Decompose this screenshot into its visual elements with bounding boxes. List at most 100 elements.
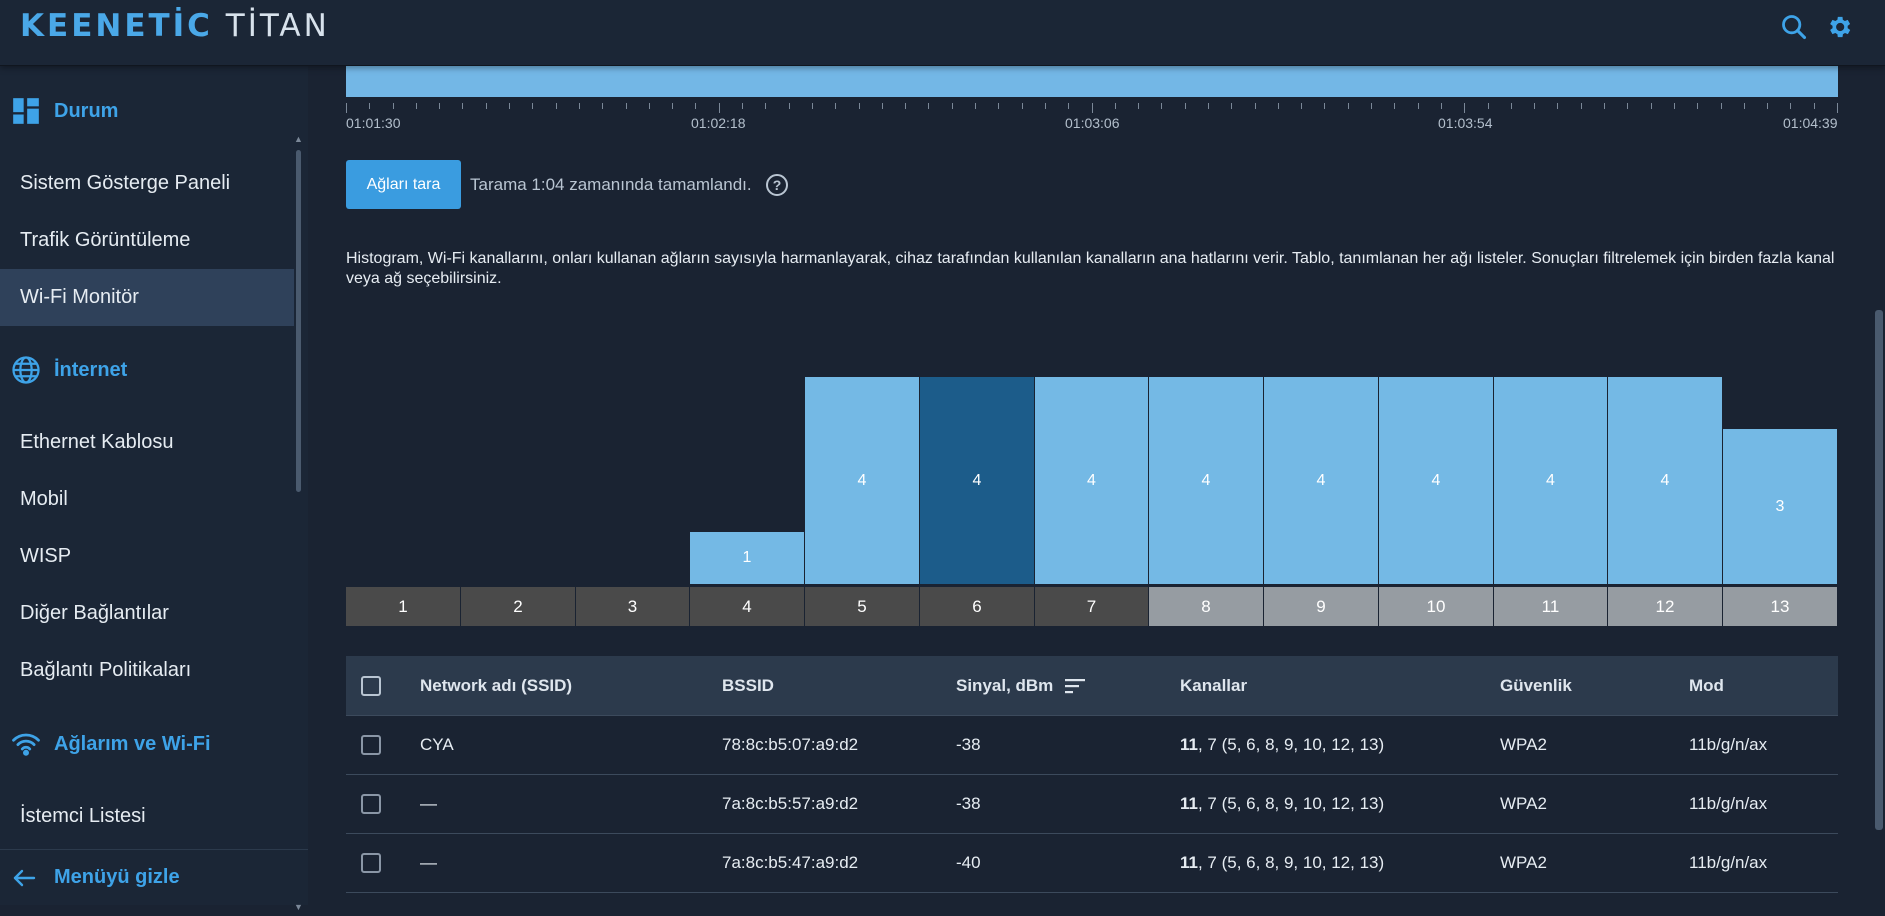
sidebar-scroll-thumb[interactable] [296, 150, 301, 492]
timeline-tick [952, 103, 953, 109]
sidebar-section-internet[interactable]: İnternet [0, 346, 294, 394]
timeline-tick [765, 103, 766, 109]
channel-label[interactable]: 8 [1149, 587, 1263, 626]
timeline-tick [1651, 103, 1652, 109]
main-scrollbar-thumb[interactable] [1875, 310, 1883, 830]
row-checkbox[interactable] [361, 794, 381, 814]
table-header: Network adı (SSID) BSSID Sinyal, dBm Kan… [346, 656, 1838, 716]
brand-name: KEENETİC [20, 8, 213, 44]
sidebar-item-wisp[interactable]: WISP [0, 528, 294, 585]
histogram-bar[interactable]: 4 [1264, 377, 1378, 584]
histogram-bar[interactable]: 3 [1723, 429, 1837, 584]
timeline-tick [835, 103, 836, 109]
channel-label[interactable]: 4 [690, 587, 804, 626]
sidebar-item-dashboard[interactable]: Sistem Gösterge Paneli [0, 155, 294, 212]
cell-signal: -40 [956, 853, 981, 872]
hide-menu-button[interactable]: Menüyü gizle [0, 849, 308, 905]
sidebar-item-other-connections[interactable]: Diğer Bağlantılar [0, 585, 294, 642]
channel-label[interactable]: 2 [461, 587, 575, 626]
timeline-tick [1161, 103, 1162, 109]
cell-signal: -38 [956, 735, 981, 754]
histogram-bar[interactable]: 1 [690, 532, 804, 584]
channel-label[interactable]: 11 [1494, 587, 1607, 626]
histogram-bar[interactable]: 4 [1379, 377, 1493, 584]
arrow-left-icon [12, 868, 42, 888]
histogram-bar[interactable]: 4 [1149, 377, 1263, 584]
timeline-tick [1488, 103, 1489, 109]
column-bssid[interactable]: BSSID [722, 656, 774, 715]
timeline-ticks [346, 103, 1838, 113]
help-icon[interactable]: ? [766, 174, 788, 196]
scan-networks-button[interactable]: Ağları tara [346, 160, 461, 209]
sidebar-item-mobile[interactable]: Mobil [0, 471, 294, 528]
histogram-bar[interactable]: 4 [1494, 377, 1607, 584]
row-checkbox[interactable] [361, 735, 381, 755]
sidebar-item-wifi-monitor[interactable]: Wi-Fi Monitör [0, 269, 294, 326]
timeline-tick [742, 103, 743, 109]
cell-bssid: 78:8c:b5:07:a9:d2 [722, 735, 859, 754]
timeline-tick [1837, 103, 1838, 113]
timeline-tick [1790, 103, 1791, 109]
networks-table: Network adı (SSID) BSSID Sinyal, dBm Kan… [346, 656, 1838, 893]
sidebar-section-durum[interactable]: Durum [0, 87, 294, 135]
channel-label[interactable]: 3 [576, 587, 689, 626]
row-checkbox-cell [361, 716, 381, 774]
wifi-icon [10, 728, 42, 760]
timeline-tick [1278, 103, 1279, 109]
table-row[interactable]: CYA 78:8c:b5:07:a9:d2 -38 11, 7 (5, 6, 8… [346, 716, 1838, 775]
timeline-tick [393, 103, 394, 109]
channel-label[interactable]: 12 [1608, 587, 1722, 626]
column-security[interactable]: Güvenlik [1500, 656, 1572, 715]
row-checkbox-cell [361, 834, 381, 892]
timeline-tick [1185, 103, 1186, 109]
table-row[interactable]: — 7a:8c:b5:47:a9:d2 -40 11, 7 (5, 6, 8, … [346, 834, 1838, 893]
cell-security: WPA2 [1500, 794, 1547, 813]
channel-histogram: 1 2 3 1 4 4 5 4 6 4 7 4 8 4 9 4 10 4 11 4 12 3 13 [346, 336, 1838, 627]
brand-logo[interactable]: KEENETİC TİTAN [20, 8, 330, 44]
primary-channel: 11 [1180, 794, 1198, 813]
sort-icon[interactable] [1065, 677, 1087, 695]
cell-ssid: CYA [420, 735, 454, 754]
column-channels[interactable]: Kanallar [1180, 656, 1247, 715]
histogram-bar[interactable]: 4 [805, 377, 919, 584]
sidebar-item-client-list[interactable]: İstemci Listesi [0, 788, 294, 845]
column-signal[interactable]: Sinyal, dBm [956, 656, 1087, 715]
histogram-bar[interactable]: 4 [920, 377, 1034, 584]
channel-label[interactable]: 9 [1264, 587, 1378, 626]
sidebar-scrollbar[interactable]: ▲ ▼ [294, 134, 303, 916]
gear-icon[interactable] [1825, 13, 1853, 41]
timeline-tick [1674, 103, 1675, 109]
channel-label[interactable]: 13 [1723, 587, 1837, 626]
channel-label[interactable]: 7 [1035, 587, 1148, 626]
sidebar-item-connection-policies[interactable]: Bağlantı Politikaları [0, 642, 294, 699]
scroll-up-icon[interactable]: ▲ [294, 134, 303, 144]
channel-label[interactable]: 10 [1379, 587, 1493, 626]
sidebar-section-label: Ağlarım ve Wi-Fi [54, 732, 211, 755]
secondary-channels: , 7 (5, 6, 8, 9, 10, 12, 13) [1197, 735, 1385, 754]
select-all-checkbox[interactable] [361, 675, 381, 696]
timeline-tick [346, 103, 347, 113]
select-all-checkbox-cell [361, 656, 381, 715]
cell-channels: 11, 7 (5, 6, 8, 9, 10, 12, 13) [1180, 775, 1384, 833]
sidebar-section-my-networks[interactable]: Ağlarım ve Wi-Fi [0, 720, 294, 768]
histogram-bar[interactable]: 4 [1608, 377, 1722, 584]
timeline-tick [1115, 103, 1116, 109]
channel-label[interactable]: 6 [920, 587, 1034, 626]
brand-model: TİTAN [225, 8, 330, 44]
timeline-tick [486, 103, 487, 109]
row-checkbox[interactable] [361, 853, 381, 873]
timeline-tick [719, 103, 720, 113]
table-row[interactable]: — 7a:8c:b5:57:a9:d2 -38 11, 7 (5, 6, 8, … [346, 775, 1838, 834]
column-ssid[interactable]: Network adı (SSID) [420, 656, 572, 715]
timeline-tick [1557, 103, 1558, 109]
channel-label[interactable]: 1 [346, 587, 460, 626]
cell-signal: -38 [956, 794, 981, 813]
histogram-bar[interactable]: 4 [1035, 377, 1148, 584]
search-icon[interactable] [1780, 13, 1808, 41]
timeline-tick [462, 103, 463, 109]
sidebar-item-traffic[interactable]: Trafik Görüntüleme [0, 212, 294, 269]
column-mode[interactable]: Mod [1689, 656, 1724, 715]
timeline-tick [579, 103, 580, 109]
channel-label[interactable]: 5 [805, 587, 919, 626]
sidebar-item-ethernet[interactable]: Ethernet Kablosu [0, 414, 294, 471]
